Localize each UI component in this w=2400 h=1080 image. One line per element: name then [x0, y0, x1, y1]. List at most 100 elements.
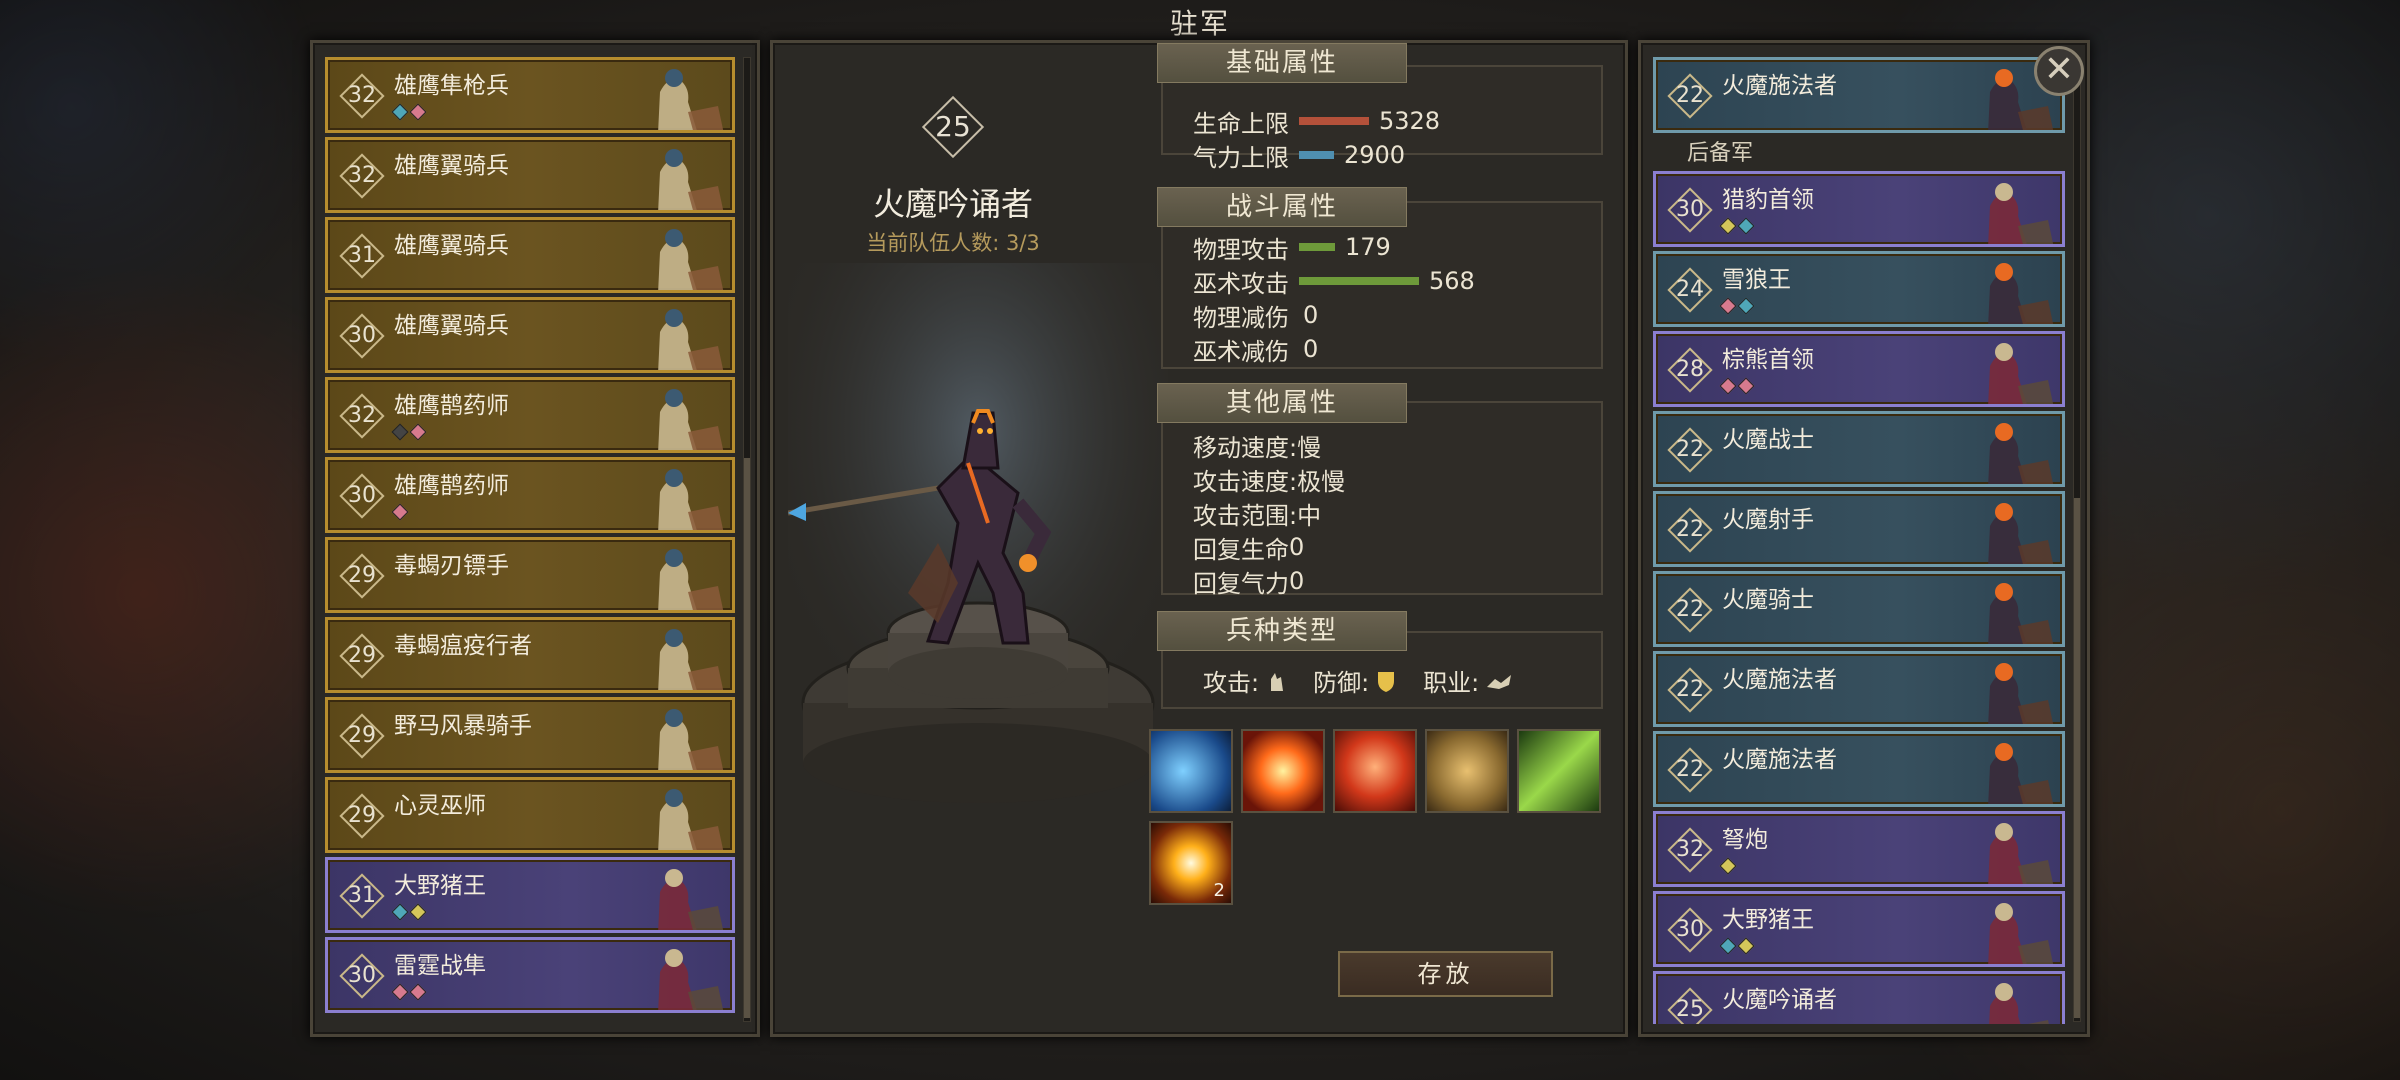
unit-card[interactable]: 30 大野猪王: [1653, 891, 2065, 967]
level-badge: 28: [1667, 347, 1713, 393]
flame-aura-icon[interactable]: [1333, 729, 1417, 813]
unit-level: 29: [348, 723, 376, 748]
unit-card[interactable]: 24 雪狼王: [1653, 251, 2065, 327]
gem-icon: [409, 103, 427, 121]
unit-card[interactable]: 22 火魔施法者: [1653, 651, 2065, 727]
unit-card[interactable]: 32 雄鹰翼骑兵: [325, 137, 735, 213]
store-button[interactable]: 存放: [1338, 951, 1553, 997]
stat-label: 移动速度: [1193, 433, 1289, 462]
class-type[interactable]: 职业:: [1423, 663, 1513, 698]
gem-slots: [1719, 297, 1755, 315]
unit-portrait-icon: [1988, 663, 2054, 724]
stat-value: 0: [1303, 301, 1319, 329]
level-badge: 30: [1667, 187, 1713, 233]
reserve-unit-list[interactable]: 22 火魔施法者 后备军 30 猎豹首领 24 雪狼王 28 棕熊首领 22 火魔战士 22 火魔射手 2…: [1653, 57, 2065, 1024]
gem-icon: [1719, 857, 1737, 875]
combat-stats-header: 战斗属性: [1157, 187, 1407, 227]
unit-name: 火魔战士: [1722, 427, 1814, 453]
unit-name: 火魔施法者: [1722, 73, 1837, 99]
totem-masks-icon[interactable]: [1425, 729, 1509, 813]
defense-type[interactable]: 防御:: [1313, 663, 1397, 698]
unit-card[interactable]: 22 火魔施法者: [1653, 731, 2065, 807]
unit-card[interactable]: 32 雄鹰鹊药师: [325, 377, 735, 453]
stat-label: 攻击速度: [1193, 467, 1289, 496]
gem-slots: [1719, 377, 1755, 395]
level-badge: 30: [339, 313, 385, 359]
unit-card[interactable]: 29 毒蝎瘟疫行者: [325, 617, 735, 693]
right-scroll-thumb[interactable]: [2074, 498, 2080, 1018]
level-badge: 31: [339, 873, 385, 919]
unit-name: 雄鹰鹊药师: [394, 393, 509, 419]
level-badge: 22: [1667, 73, 1713, 119]
wind-slash-icon[interactable]: [1149, 729, 1233, 813]
level-badge: 29: [339, 633, 385, 679]
stat-row: 巫术攻击 568: [1193, 265, 1475, 298]
gem-icon: [1737, 297, 1755, 315]
unit-level: 28: [1676, 357, 1704, 382]
unit-card[interactable]: 30 猎豹首领: [1653, 171, 2065, 247]
unit-card[interactable]: 25 火魔吟诵者: [1653, 971, 2065, 1024]
unit-name: 野马风暴骑手: [394, 713, 532, 739]
unit-level: 29: [348, 803, 376, 828]
unit-portrait-icon: [1988, 183, 2054, 244]
unit-card[interactable]: 22 火魔射手: [1653, 491, 2065, 567]
gem-icon: [409, 983, 427, 1001]
unit-level: 30: [348, 323, 376, 348]
unit-card[interactable]: 29 野马风暴骑手: [325, 697, 735, 773]
stat-value: :慢: [1289, 433, 1322, 462]
skill-stack-count: 2: [1213, 880, 1225, 901]
unit-card[interactable]: 31 大野猪王: [325, 857, 735, 933]
stat-value: 5328: [1379, 107, 1441, 135]
unit-card[interactable]: 29 毒蝎刃镖手: [325, 537, 735, 613]
stat-bar: [1299, 117, 1369, 125]
unit-card[interactable]: 32 弩炮: [1653, 811, 2065, 887]
stat-label: 回复气力: [1193, 569, 1289, 598]
gem-slots: [391, 983, 427, 1001]
garrison-list-panel: 32 雄鹰隼枪兵 32 雄鹰翼骑兵 31 雄鹰翼骑兵 30 雄鹰翼骑兵 32 雄鹰鹊药师 30 雄鹰鹊…: [310, 40, 760, 1037]
level-badge: 22: [1667, 427, 1713, 473]
close-button[interactable]: ✕: [2034, 46, 2084, 96]
attack-type[interactable]: 攻击:: [1203, 663, 1287, 698]
unit-level: 30: [1676, 197, 1704, 222]
level-badge: 32: [339, 73, 385, 119]
left-scrollbar[interactable]: [743, 57, 751, 1022]
other-stats-header: 其他属性: [1157, 383, 1407, 423]
unit-portrait-stage: [788, 263, 1168, 823]
gem-icon: [391, 503, 409, 521]
unit-level: 22: [1676, 83, 1704, 108]
level-badge: 30: [339, 953, 385, 999]
sun-flare-icon[interactable]: 2: [1149, 821, 1233, 905]
right-scrollbar[interactable]: [2073, 57, 2081, 1022]
unit-name: 雄鹰翼骑兵: [394, 153, 509, 179]
unit-portrait-icon: [658, 549, 724, 610]
unit-card[interactable]: 30 雄鹰鹊药师: [325, 457, 735, 533]
unit-portrait-icon: [658, 309, 724, 370]
stat-label: 生命上限: [1193, 109, 1289, 138]
gem-slots: [391, 503, 409, 521]
unit-level: 32: [348, 403, 376, 428]
left-scroll-thumb[interactable]: [744, 458, 750, 1018]
unit-card[interactable]: 31 雄鹰翼骑兵: [325, 217, 735, 293]
stat-row: 物理减伤 0: [1193, 299, 1319, 332]
poison-blade-icon[interactable]: [1517, 729, 1601, 813]
basic-stats-header: 基础属性: [1157, 43, 1407, 83]
unit-card[interactable]: 22 火魔骑士: [1653, 571, 2065, 647]
unit-card[interactable]: 30 雄鹰翼骑兵: [325, 297, 735, 373]
unit-card[interactable]: 28 棕熊首领: [1653, 331, 2065, 407]
unit-card[interactable]: 30 雷霆战隼: [325, 937, 735, 1013]
unit-portrait-icon: [1989, 983, 2049, 1024]
unit-name: 大野猪王: [394, 873, 486, 899]
unit-card[interactable]: 22 火魔施法者: [1653, 57, 2065, 133]
garrison-unit-list[interactable]: 32 雄鹰隼枪兵 32 雄鹰翼骑兵 31 雄鹰翼骑兵 30 雄鹰翼骑兵 32 雄鹰鹊药师 30 雄鹰鹊…: [325, 57, 735, 1024]
unit-card[interactable]: 32 雄鹰隼枪兵: [325, 57, 735, 133]
unit-portrait-icon: [658, 69, 724, 130]
magic-hand-icon: [1271, 672, 1284, 691]
unit-level: 22: [1676, 597, 1704, 622]
class-type-label: 职业:: [1423, 669, 1480, 697]
level-badge: 32: [339, 153, 385, 199]
gem-slots: [1719, 217, 1755, 235]
unit-card[interactable]: 29 心灵巫师: [325, 777, 735, 853]
fire-burst-icon[interactable]: [1241, 729, 1325, 813]
unit-card[interactable]: 22 火魔战士: [1653, 411, 2065, 487]
unit-portrait-icon: [1988, 503, 2054, 564]
